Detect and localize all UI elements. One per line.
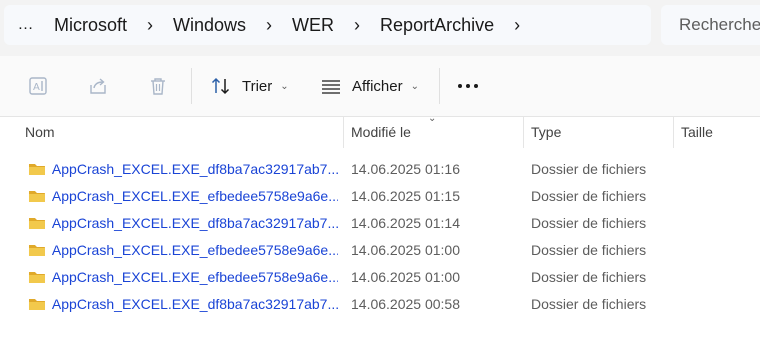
type-cell: Dossier de fichiers xyxy=(531,214,647,231)
file-name: AppCrash_EXCEL.EXE_efbedee5758e9a6e... xyxy=(51,187,338,204)
file-name: AppCrash_EXCEL.EXE_efbedee5758e9a6e... xyxy=(51,268,338,285)
search-placeholder: Rechercher xyxy=(679,15,760,34)
file-name-cell[interactable]: AppCrash_EXCEL.EXE_efbedee5758e9a6e... xyxy=(28,236,338,263)
sort-icon xyxy=(211,77,230,95)
table-row[interactable]: AppCrash_EXCEL.EXE_efbedee5758e9a6e... 1… xyxy=(0,182,760,209)
type-cell: Dossier de fichiers xyxy=(531,241,647,258)
column-divider[interactable] xyxy=(673,116,674,148)
command-bar: A Trier ⌄ Afficher ⌄ xyxy=(0,56,760,117)
column-divider[interactable] xyxy=(523,116,524,148)
column-header-type[interactable]: Type xyxy=(531,116,561,148)
file-name-cell[interactable]: AppCrash_EXCEL.EXE_df8ba7ac32917ab7... xyxy=(28,209,338,236)
folder-icon xyxy=(28,190,45,202)
column-headers: Nom Modifié le ⌄ Type Taille xyxy=(0,113,760,148)
file-name-cell[interactable]: AppCrash_EXCEL.EXE_df8ba7ac32917ab7... xyxy=(28,155,338,182)
sort-button[interactable]: Trier ⌄ xyxy=(210,72,289,100)
breadcrumb-windows[interactable]: Windows xyxy=(167,15,252,36)
modified-cell: 14.06.2025 01:14 xyxy=(351,214,460,231)
file-name: AppCrash_EXCEL.EXE_df8ba7ac32917ab7... xyxy=(51,160,338,177)
breadcrumb-wer[interactable]: WER xyxy=(286,15,340,36)
address-bar[interactable]: … Microsoft › Windows › WER › ReportArch… xyxy=(4,5,651,45)
table-row[interactable]: AppCrash_EXCEL.EXE_efbedee5758e9a6e... 1… xyxy=(0,263,760,290)
column-header-size[interactable]: Taille xyxy=(681,116,713,148)
breadcrumb-microsoft[interactable]: Microsoft xyxy=(48,15,133,36)
modified-cell: 14.06.2025 01:15 xyxy=(351,187,460,204)
sort-descending-icon: ⌄ xyxy=(428,113,437,124)
more-options-icon[interactable] xyxy=(458,84,478,88)
view-icon xyxy=(322,80,340,94)
search-input[interactable]: Rechercher xyxy=(661,5,760,45)
view-label: Afficher xyxy=(352,77,403,95)
folder-icon xyxy=(28,271,45,283)
chevron-right-icon[interactable]: › xyxy=(133,15,167,36)
share-icon[interactable] xyxy=(86,74,110,98)
breadcrumb-reportarchive[interactable]: ReportArchive xyxy=(374,15,500,36)
file-name: AppCrash_EXCEL.EXE_df8ba7ac32917ab7... xyxy=(51,214,338,231)
type-cell: Dossier de fichiers xyxy=(531,295,647,312)
toolbar-divider xyxy=(439,68,440,104)
folder-icon xyxy=(28,163,45,175)
table-row[interactable]: AppCrash_EXCEL.EXE_df8ba7ac32917ab7... 1… xyxy=(0,290,760,317)
table-row[interactable]: AppCrash_EXCEL.EXE_df8ba7ac32917ab7... 1… xyxy=(0,209,760,236)
chevron-right-icon[interactable]: › xyxy=(340,15,374,36)
file-name-cell[interactable]: AppCrash_EXCEL.EXE_efbedee5758e9a6e... xyxy=(28,182,338,209)
address-bar-region: … Microsoft › Windows › WER › ReportArch… xyxy=(0,0,760,56)
chevron-right-icon[interactable]: › xyxy=(500,15,534,36)
folder-icon xyxy=(28,244,45,256)
type-cell: Dossier de fichiers xyxy=(531,268,647,285)
type-cell: Dossier de fichiers xyxy=(531,187,647,204)
table-row[interactable]: AppCrash_EXCEL.EXE_df8ba7ac32917ab7... 1… xyxy=(0,155,760,182)
delete-icon[interactable] xyxy=(146,74,170,98)
column-divider[interactable] xyxy=(343,116,344,148)
folder-icon xyxy=(28,217,45,229)
chevron-down-icon: ⌄ xyxy=(280,80,289,92)
sort-label: Trier xyxy=(242,77,273,95)
column-header-name[interactable]: Nom xyxy=(25,116,55,148)
file-name: AppCrash_EXCEL.EXE_df8ba7ac32917ab7... xyxy=(51,295,338,312)
toolbar-divider xyxy=(191,68,192,104)
modified-cell: 14.06.2025 01:00 xyxy=(351,241,460,258)
rename-icon[interactable]: A xyxy=(26,74,50,98)
view-button[interactable]: Afficher ⌄ xyxy=(320,72,419,100)
address-overflow-button[interactable]: … xyxy=(4,16,48,34)
folder-icon xyxy=(28,298,45,310)
file-name: AppCrash_EXCEL.EXE_efbedee5758e9a6e... xyxy=(51,241,338,258)
modified-cell: 14.06.2025 01:00 xyxy=(351,268,460,285)
modified-cell: 14.06.2025 01:16 xyxy=(351,160,460,177)
table-row[interactable]: AppCrash_EXCEL.EXE_efbedee5758e9a6e... 1… xyxy=(0,236,760,263)
svg-text:A: A xyxy=(33,82,40,93)
modified-cell: 14.06.2025 00:58 xyxy=(351,295,460,312)
file-name-cell[interactable]: AppCrash_EXCEL.EXE_efbedee5758e9a6e... xyxy=(28,263,338,290)
chevron-right-icon[interactable]: › xyxy=(252,15,286,36)
column-header-modified[interactable]: Modifié le xyxy=(351,116,411,148)
type-cell: Dossier de fichiers xyxy=(531,160,647,177)
chevron-down-icon: ⌄ xyxy=(410,80,419,92)
file-name-cell[interactable]: AppCrash_EXCEL.EXE_df8ba7ac32917ab7... xyxy=(28,290,338,317)
